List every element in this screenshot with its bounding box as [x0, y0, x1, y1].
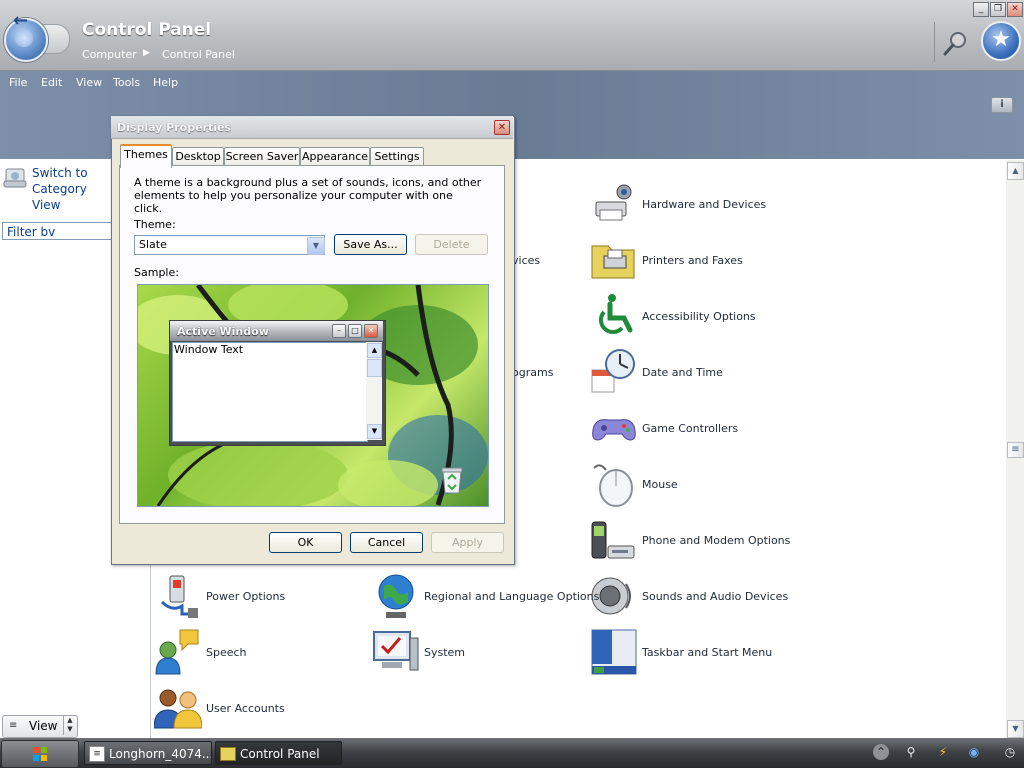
- active-window-title: Active Window: [177, 325, 269, 338]
- hardware-icon[interactable]: [590, 180, 638, 228]
- globe-icon[interactable]: [372, 572, 420, 620]
- switch-view-label[interactable]: Switch to Category View: [32, 166, 88, 212]
- item-label[interactable]: Accessibility Options: [642, 310, 756, 323]
- favorites-star-icon[interactable]: ★: [981, 21, 1021, 61]
- taskbar-item-label: Longhorn_4074...: [109, 747, 212, 761]
- printer-icon[interactable]: [590, 236, 638, 284]
- menu-view[interactable]: View: [76, 76, 102, 89]
- minimize-button[interactable]: _: [973, 2, 989, 17]
- scroll-grip-icon[interactable]: ≡: [1007, 442, 1024, 458]
- search-tray-icon[interactable]: ⚲: [903, 744, 919, 760]
- start-button[interactable]: [1, 740, 79, 768]
- dialog-title: Display Properties: [117, 121, 232, 134]
- menu-file[interactable]: File: [9, 76, 27, 89]
- item-label[interactable]: Regional and Language Options: [424, 590, 599, 603]
- breadcrumb-computer[interactable]: Computer: [82, 48, 137, 61]
- tab-screen-saver[interactable]: Screen Saver: [224, 147, 300, 166]
- tab-themes[interactable]: Themes: [120, 144, 172, 168]
- theme-select[interactable]: Slate: [134, 235, 325, 255]
- windows-logo-icon: [33, 747, 47, 761]
- menu-tools[interactable]: Tools: [113, 76, 140, 89]
- theme-description: A theme is a background plus a set of so…: [134, 176, 482, 215]
- switch-view-icon[interactable]: [3, 165, 29, 191]
- theme-label: Theme:: [134, 218, 176, 231]
- apply-button[interactable]: Apply: [431, 532, 504, 553]
- info-icon[interactable]: i: [991, 97, 1013, 113]
- scroll-thumb: [367, 359, 382, 377]
- ok-button[interactable]: OK: [269, 532, 342, 553]
- scroll-down-icon: ▼: [367, 424, 382, 439]
- breadcrumb-control-panel[interactable]: Control Panel: [162, 48, 235, 61]
- clock-tray-icon[interactable]: ◷: [1002, 744, 1018, 760]
- item-label[interactable]: Phone and Modem Options: [642, 534, 790, 547]
- mouse-icon[interactable]: [590, 460, 638, 508]
- list-view-icon: ≡: [9, 720, 18, 731]
- save-as-button[interactable]: Save As...: [334, 234, 407, 255]
- tab-appearance[interactable]: Appearance: [300, 147, 370, 166]
- scroll-up-icon[interactable]: ▲: [1007, 162, 1024, 180]
- maximize-icon: □: [348, 324, 362, 338]
- item-label-partial[interactable]: ograms: [512, 366, 553, 379]
- divider: [934, 22, 935, 62]
- maximize-button[interactable]: ❐: [990, 2, 1006, 17]
- search-icon[interactable]: [943, 30, 969, 56]
- view-button-label: View: [29, 719, 58, 733]
- security-icon[interactable]: ◉: [966, 744, 982, 760]
- system-icon[interactable]: [372, 628, 420, 676]
- taskbar-item-label: Control Panel: [240, 747, 320, 761]
- switch-to-category-view-link[interactable]: Switch to Category View: [32, 165, 112, 213]
- scroll-up-icon: ▲: [367, 343, 382, 358]
- item-label[interactable]: User Accounts: [206, 702, 285, 715]
- phone-icon[interactable]: [590, 516, 638, 564]
- speech-icon[interactable]: [154, 628, 202, 676]
- document-icon: ≡: [89, 746, 105, 762]
- folder-icon: [220, 747, 236, 761]
- gamepad-icon[interactable]: [590, 404, 638, 452]
- vertical-scrollbar[interactable]: ▲ ≡ ▼: [1006, 160, 1024, 738]
- scroll-down-icon[interactable]: ▼: [1007, 720, 1024, 738]
- item-label[interactable]: Printers and Faxes: [642, 254, 743, 267]
- tab-desktop[interactable]: Desktop: [172, 147, 224, 166]
- sample-label: Sample:: [134, 266, 179, 279]
- minimize-icon: –: [332, 324, 346, 338]
- power-icon[interactable]: [154, 572, 202, 620]
- item-label[interactable]: Game Controllers: [642, 422, 738, 435]
- dialog-close-button[interactable]: ✕: [494, 120, 510, 135]
- network-icon[interactable]: ⚡: [935, 744, 951, 760]
- item-label[interactable]: Hardware and Devices: [642, 198, 766, 211]
- taskbar-item-control-panel[interactable]: Control Panel: [215, 741, 342, 765]
- recycle-bin-icon[interactable]: [440, 465, 464, 495]
- menu-edit[interactable]: Edit: [41, 76, 62, 89]
- preview-scrollbar: ▲ ▼: [366, 342, 382, 440]
- close-icon: ✕: [364, 324, 378, 338]
- window-text: Window Text: [174, 343, 244, 356]
- tab-settings[interactable]: Settings: [370, 147, 424, 166]
- breadcrumb-separator-icon[interactable]: ▶: [143, 48, 150, 58]
- view-button[interactable]: ≡ View ▲ ▼: [2, 715, 78, 738]
- menu-help[interactable]: Help: [153, 76, 178, 89]
- item-label[interactable]: Date and Time: [642, 366, 723, 379]
- item-label[interactable]: Mouse: [642, 478, 678, 491]
- taskbar-item-longhorn[interactable]: ≡ Longhorn_4074...: [84, 741, 212, 765]
- cancel-button[interactable]: Cancel: [350, 532, 423, 553]
- item-label[interactable]: Sounds and Audio Devices: [642, 590, 788, 603]
- chevron-down-icon[interactable]: ▼: [307, 237, 325, 255]
- item-label[interactable]: Speech: [206, 646, 247, 659]
- item-label-partial[interactable]: vices: [512, 254, 540, 267]
- close-button[interactable]: ✕: [1007, 2, 1023, 17]
- active-window-body: [172, 342, 368, 442]
- accessibility-icon[interactable]: [590, 292, 638, 340]
- back-arrow-icon: ←: [13, 10, 29, 31]
- delete-button[interactable]: Delete: [415, 234, 488, 255]
- view-spinner-icon[interactable]: ▲ ▼: [63, 716, 76, 735]
- item-label[interactable]: System: [424, 646, 465, 659]
- item-label[interactable]: Power Options: [206, 590, 285, 603]
- taskbar-icon[interactable]: [590, 628, 638, 676]
- show-hidden-icons-icon[interactable]: ⌃: [873, 744, 889, 760]
- users-icon[interactable]: [154, 684, 202, 732]
- item-label[interactable]: Taskbar and Start Menu: [642, 646, 772, 659]
- window-title: Control Panel: [82, 20, 212, 40]
- clock-icon[interactable]: [590, 348, 638, 396]
